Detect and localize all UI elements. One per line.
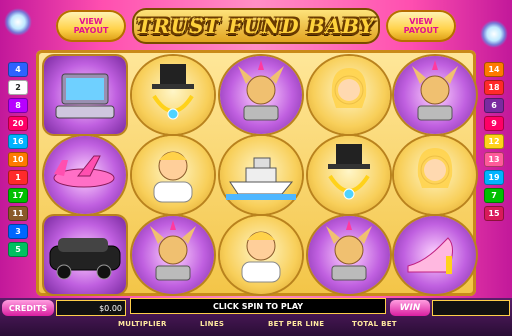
woman-symbol [308,56,390,134]
payout-line1: VIEW [409,17,433,26]
credits-label: CREDITS [2,300,54,316]
payline-3-indicator[interactable]: 3 [8,224,28,239]
diamond-right-icon [480,20,508,48]
payline-14-indicator[interactable]: 14 [484,62,504,77]
payline-1-indicator[interactable]: 1 [8,170,28,185]
payline-18-indicator[interactable]: 18 [484,80,504,95]
win-label: WIN [390,300,430,316]
payline-4-indicator[interactable]: 4 [8,62,28,77]
payline-9-indicator[interactable]: 9 [484,116,504,131]
payline-19-indicator[interactable]: 19 [484,170,504,185]
payline-2-indicator[interactable]: 2 [8,80,28,95]
view-payout-right-button[interactable]: VIEW PAYOUT [386,10,456,42]
yacht-symbol [220,136,302,214]
payline-12-indicator[interactable]: 12 [484,134,504,149]
payout-line2: PAYOUT [73,26,109,35]
necklace-symbol [308,136,390,214]
win-value [432,300,510,316]
lines-button[interactable]: LINES [200,320,224,328]
payline-6-indicator[interactable]: 6 [484,98,504,113]
payline-15-indicator[interactable]: 15 [484,206,504,221]
multiplier-button[interactable]: MULTIPLIER [118,320,167,328]
payline-20-indicator[interactable]: 20 [8,116,28,131]
payline-11-indicator[interactable]: 11 [8,206,28,221]
payline-10-indicator[interactable]: 10 [8,152,28,167]
reel-area [36,50,476,296]
payline-13-indicator[interactable]: 13 [484,152,504,167]
diamond-left-icon [4,8,32,36]
payline-17-indicator[interactable]: 17 [8,188,28,203]
total-bet-label: TOTAL BET [352,320,397,328]
limo-symbol [44,216,126,294]
right-line-indicators: 14 18 6 9 12 13 19 7 15 [484,62,506,224]
man-symbol [132,136,214,214]
payline-7-indicator[interactable]: 7 [484,188,504,203]
left-line-indicators: 4 2 8 20 16 10 1 17 11 3 5 [8,62,30,260]
game-title: TRUST FUND BABY [132,8,380,44]
payout-line2: PAYOUT [403,26,439,35]
jet-symbol [44,136,126,214]
dog-symbol [132,216,214,294]
payline-5-indicator[interactable]: 5 [8,242,28,257]
bet-per-line-button[interactable]: BET PER LINE [268,320,324,328]
slot-machine: VIEW PAYOUT VIEW PAYOUT TRUST FUND BABY … [0,0,512,336]
message-display: CLICK SPIN TO PLAY [130,298,386,314]
shoe-symbol [394,216,476,294]
dog-symbol [220,56,302,134]
dog-symbol [394,56,476,134]
payout-line1: VIEW [79,17,103,26]
view-payout-left-button[interactable]: VIEW PAYOUT [56,10,126,42]
necklace-symbol [132,56,214,134]
payline-8-indicator[interactable]: 8 [8,98,28,113]
man-symbol [220,216,302,294]
payline-16-indicator[interactable]: 16 [8,134,28,149]
laptop-symbol [44,56,126,134]
credits-value: $0.00 [56,300,126,316]
dog-symbol [308,216,390,294]
woman-symbol [394,136,476,214]
